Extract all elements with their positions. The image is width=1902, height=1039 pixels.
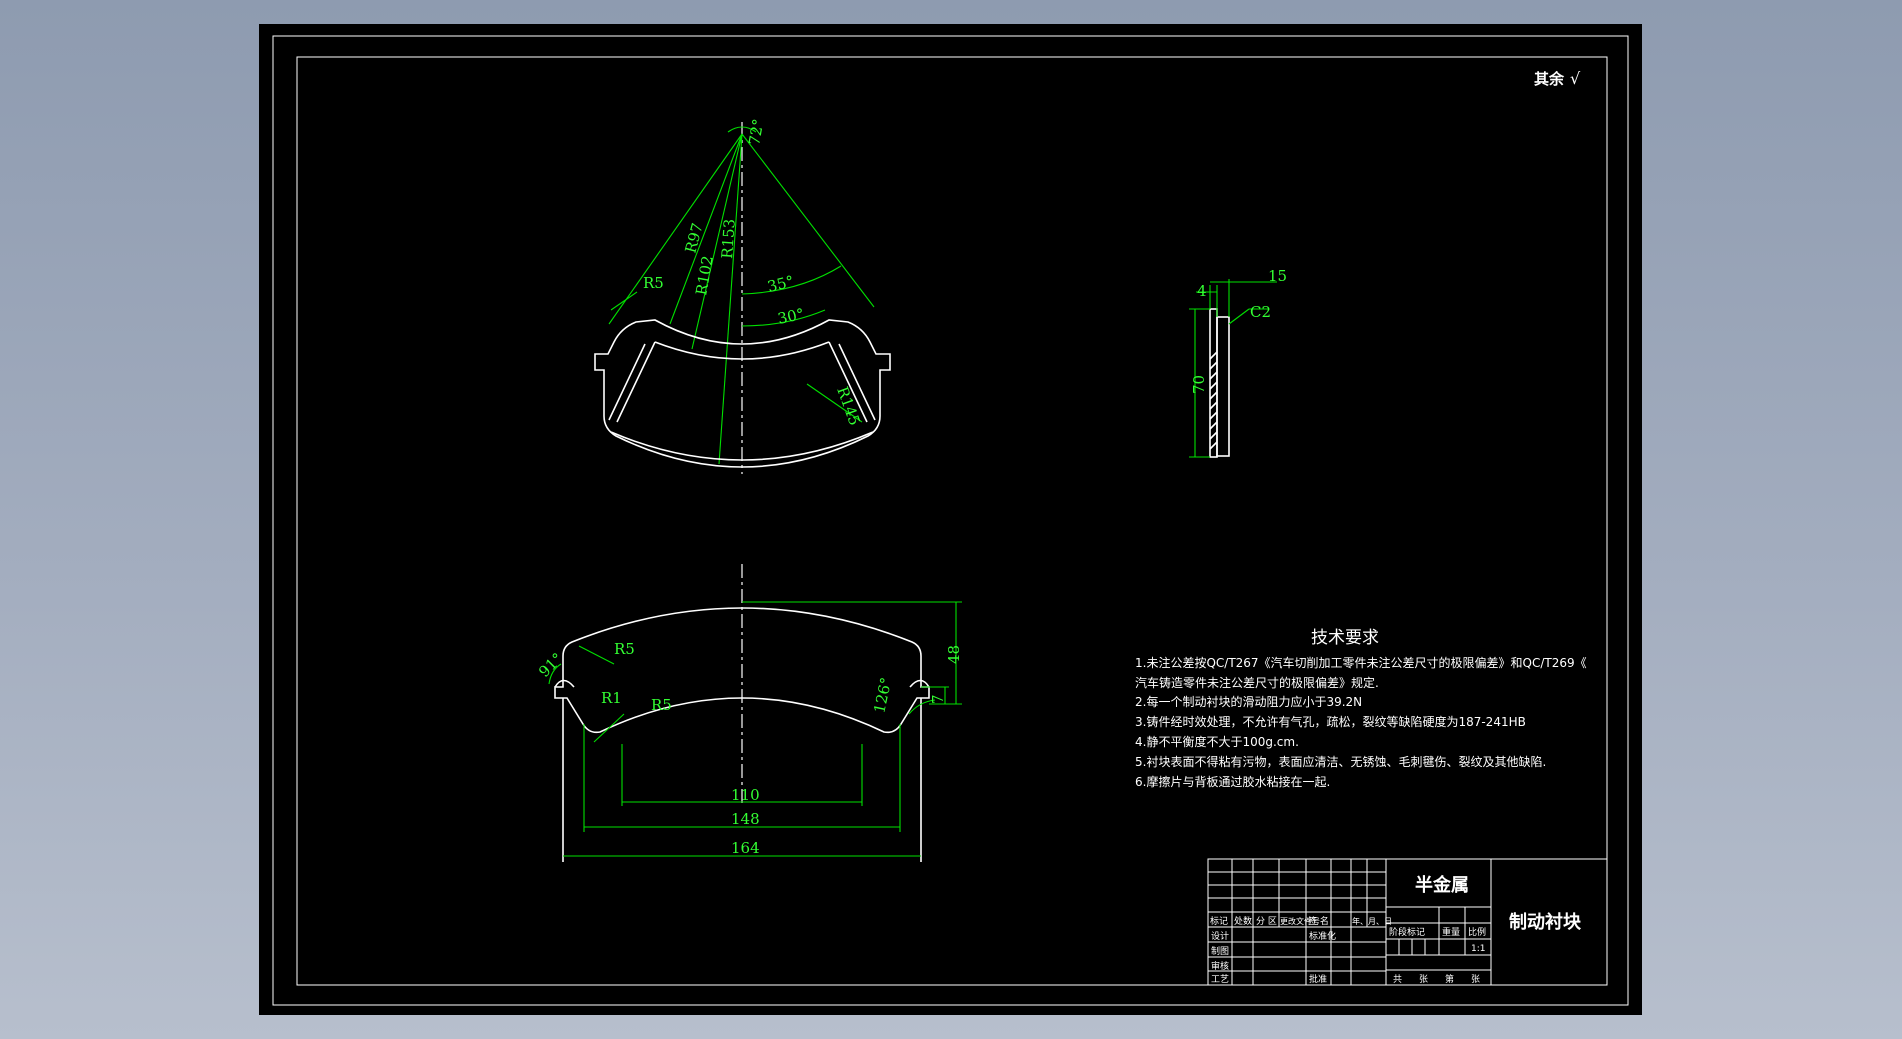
title-part-name: 制动衬块 [1509, 911, 1582, 933]
side-notch-left [554, 679, 575, 688]
sheets-index-prefix: 第 [1445, 973, 1454, 985]
hdr-mark: 标记 [1210, 915, 1228, 927]
hdr-zone: 分 区 [1256, 916, 1277, 927]
hdr-weight: 重量 [1442, 926, 1460, 938]
viewport[interactable]: 其余 √ 72° R97 R102 R153 R5 35° 30° R145 9… [0, 0, 1902, 1039]
lining-left-edge [608, 341, 656, 423]
label-review: 审核 [1211, 960, 1229, 972]
tech-line-7: 6.摩擦片与背板通过胶水粘接在一起. [1135, 774, 1330, 789]
label-process: 工艺 [1211, 974, 1229, 985]
label-angle-126: 126° [870, 676, 895, 715]
label-approval: 批准 [1309, 973, 1327, 985]
tech-line-3: 2.每一个制动衬块的滑动阻力应小于39.2N [1135, 694, 1362, 709]
sheets-total-suffix: 张 [1419, 974, 1428, 985]
r5-lower-leader [593, 713, 625, 743]
title-block: 半金属 制动衬块 标记 处数 分 区 更改文件号 签 名 年、月、日 设计 制图… [1207, 858, 1608, 986]
r5-upper-leader [578, 645, 615, 665]
r5-leader [610, 291, 638, 311]
sheets-total-prefix: 共 [1393, 974, 1402, 985]
hdr-sign: 签 名 [1308, 915, 1329, 927]
label-dim-110: 110 [731, 786, 760, 804]
hdr-date: 年、月、日 [1352, 916, 1392, 926]
tech-line-6: 5.衬块表面不得粘有污物，表面应清洁、无锈蚀、毛刺毽伤、裂纹及其他缺陷. [1135, 754, 1546, 769]
label-design: 设计 [1211, 930, 1229, 942]
label-r5-upper: R5 [614, 640, 635, 658]
label-r5-lower: R5 [651, 696, 672, 714]
label-angle-72: 72° [745, 117, 767, 146]
label-angle-35: 35° [766, 272, 796, 296]
roughness-symbol: √ [1570, 69, 1581, 88]
inner-frame [296, 56, 1608, 986]
tech-line-5: 4.静不平衡度不大于100g.cm. [1135, 734, 1299, 749]
top-view: 72° R97 R102 R153 R5 35° 30° R145 [594, 117, 891, 474]
title-material: 半金属 [1415, 874, 1469, 896]
label-r97: R97 [681, 221, 706, 255]
label-r5-top: R5 [643, 274, 664, 292]
label-dim-15: 15 [1268, 267, 1287, 285]
label-dim-148: 148 [731, 810, 760, 828]
outer-frame [272, 35, 1629, 1006]
drawing-sheet: 其余 √ 72° R97 R102 R153 R5 35° 30° R145 9… [259, 24, 1642, 1015]
label-drafting: 制图 [1211, 945, 1229, 957]
label-dim-4: 4 [1197, 282, 1207, 300]
label-angle-91: 91° [535, 649, 567, 681]
apex-ray-right [741, 133, 875, 308]
label-dim-164: 164 [731, 839, 760, 857]
roughness-note: 其余 [1534, 70, 1565, 88]
sheets-index-suffix: 张 [1471, 974, 1480, 985]
label-dim-70: 70 [1190, 375, 1208, 394]
label-dim-48: 48 [945, 645, 963, 664]
tech-requirements: 技术要求 1.未注公差按QC/T267《汽车切削加工零件未注公差尺寸的极限偏差》… [1135, 628, 1587, 789]
drawing-canvas: 其余 √ 72° R97 R102 R153 R5 35° 30° R145 9… [272, 35, 1629, 1006]
tech-title: 技术要求 [1311, 628, 1379, 648]
side-view: 15 4 C2 70 [1189, 267, 1287, 458]
label-r153: R153 [718, 218, 739, 259]
value-scale: 1:1 [1471, 944, 1485, 954]
label-standardization: 标准化 [1309, 930, 1336, 942]
label-angle-30: 30° [776, 305, 806, 328]
label-chamfer-c2: C2 [1250, 303, 1271, 321]
hdr-stage-mark: 阶段标记 [1389, 926, 1425, 938]
c2-leader [1228, 308, 1250, 325]
hdr-count: 处数 [1234, 915, 1252, 927]
side-lining-hatch [1209, 351, 1218, 450]
label-r102: R102 [692, 254, 717, 296]
side-notch-right [909, 679, 930, 688]
label-dim-7: 7 [929, 694, 947, 704]
tech-line-2: 汽车铸造零件未注公差尺寸的极限偏差》规定. [1135, 675, 1379, 690]
side-lining [1216, 316, 1230, 457]
tech-line-4: 3.铸件经时效处理，不允许有气孔，疏松，裂纹等缺陷硬度为187-241HB [1135, 714, 1526, 729]
tech-line-1: 1.未注公差按QC/T267《汽车切削加工零件未注公差尺寸的极限偏差》和QC/T… [1135, 655, 1587, 670]
front-view: 91° R5 R1 R5 126° 48 7 110 148 164 [535, 564, 963, 862]
label-r1: R1 [601, 689, 622, 707]
hdr-scale: 比例 [1468, 926, 1486, 938]
